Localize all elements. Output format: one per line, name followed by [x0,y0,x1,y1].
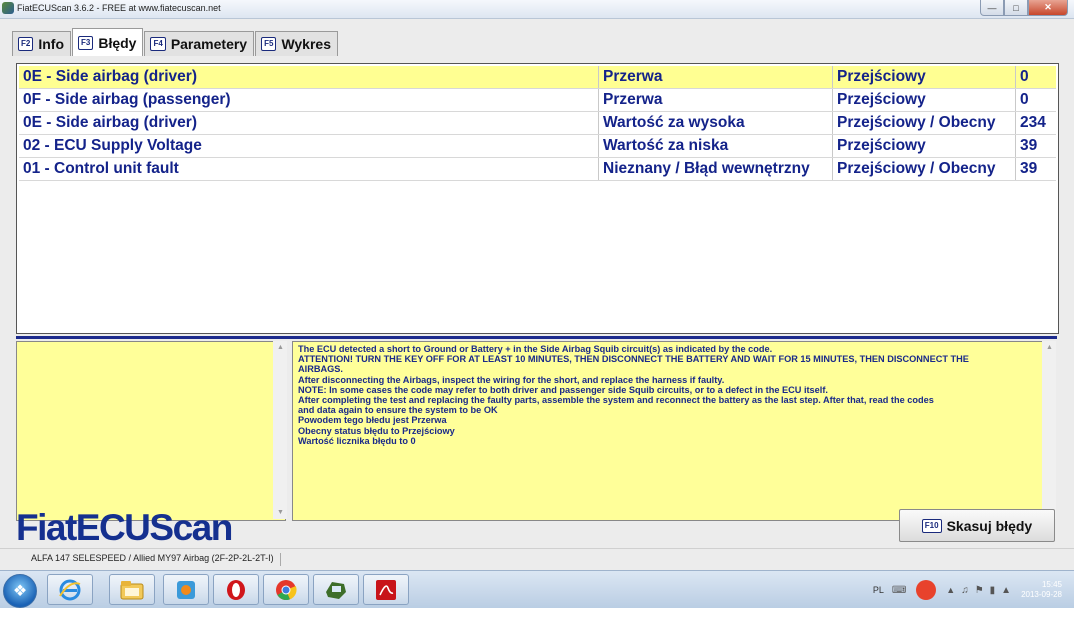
volume-icon[interactable]: ♫ [961,585,969,596]
title-bar: FiatECUScan 3.6.2 - FREE at www.fiatecus… [0,0,1074,19]
tab-info-key: F2 [18,37,34,51]
clock-time: 15:45 [1041,580,1062,589]
tab-parametery[interactable]: F4 Parametery [144,31,255,56]
minimize-button[interactable]: — [980,0,1004,16]
description-line: After completing the test and replacing … [298,395,934,406]
error-type: Wartość za niska [599,135,833,157]
clock-date: 2013-09-28 [1021,590,1062,599]
table-row[interactable]: 0E - Side airbag (driver) Wartość za wys… [19,112,1056,134]
description-line: NOTE: In some cases the code may refer t… [298,384,828,395]
description-line: The ECU detected a short to Ground or Ba… [298,344,773,354]
table-row[interactable]: 0E - Side airbag (driver) Przerwa Przejś… [19,66,1056,88]
file-explorer-icon[interactable] [109,574,155,605]
battery-icon[interactable]: ▮ [990,585,996,596]
tab-bledy[interactable]: F3 Błędy [72,28,144,56]
pdf-reader-icon[interactable] [363,574,409,605]
maximize-button[interactable]: □ [1004,0,1028,16]
error-count: 0 [1020,91,1029,108]
tab-wykres-label: Wykres [281,36,331,52]
window-title: FiatECUScan 3.6.2 - FREE at www.fiatecus… [17,3,221,13]
error-type: Wartość za wysoka [599,112,833,134]
tab-bledy-label: Błędy [98,34,137,51]
app-icon [2,2,14,14]
tab-parametery-label: Parametery [170,36,248,52]
description-line: AIRBAGS. [298,364,343,375]
description-line: Powodem tego błedu jest Przerwa [298,415,447,426]
error-code: 0F - Side airbag (passenger) [19,89,599,111]
window-controls: — □ ✕ [980,0,1068,16]
error-status: Przejściowy / Obecny [833,112,1016,134]
error-table: 0E - Side airbag (driver) Przerwa Przejś… [16,63,1059,334]
table-row[interactable]: 0F - Side airbag (passenger) Przerwa Prz… [19,89,1056,111]
error-status: Przejściowy [833,66,1016,88]
network-icon[interactable]: ▲ [1001,585,1011,596]
tab-parametery-key: F4 [150,37,166,51]
error-code: 01 - Control unit fault [19,158,599,180]
internet-explorer-icon[interactable] [47,574,93,605]
start-button[interactable]: ❖ [3,574,37,608]
scroll-up-icon[interactable]: ▲ [277,344,284,351]
flag-icon[interactable]: ⚑ [975,585,984,596]
clear-errors-key: F10 [921,518,942,533]
fiatecuscan-icon[interactable] [313,574,359,605]
description-line: After disconnecting the Airbags, inspect… [298,374,725,385]
tab-bledy-key: F3 [78,35,94,50]
notes-panel[interactable] [16,341,286,521]
media-player-icon[interactable] [163,574,209,605]
tab-info-label: Info [38,36,64,52]
status-bar: ALFA 147 SELESPEED / Allied MY97 Airbag … [0,548,1074,571]
brand-logo: FiatECUScan [16,507,233,548]
error-count: 234 [1020,114,1046,131]
table-row[interactable]: 02 - ECU Supply Voltage Wartość za niska… [19,135,1056,157]
error-count: 0 [1020,68,1029,85]
keyboard-icon[interactable]: ⌨ [892,585,906,596]
vehicle-status: ALFA 147 SELESPEED / Allied MY97 Airbag … [31,553,281,566]
show-hidden-icons-icon[interactable]: ▲ [946,585,955,595]
error-description-panel[interactable]: The ECU detected a short to Ground or Ba… [292,341,1044,521]
tab-bar: F2 Info F3 Błędy F4 Parametery F5 Wykres [12,28,339,56]
tab-wykres[interactable]: F5 Wykres [255,31,338,56]
description-line: Obecny status błędu to Przejściowy [298,425,455,436]
error-count: 39 [1020,160,1038,177]
scroll-up-icon[interactable]: ▲ [1046,344,1053,351]
error-status: Przejściowy [833,89,1016,111]
main-window: F2 Info F3 Błędy F4 Parametery F5 Wykres… [0,19,1074,548]
taskbar: ❖ PL ⌨ ▲ ♫ ⚑ ▮ ▲ 15:45 2013-09-28 [0,570,1074,609]
language-indicator[interactable]: PL [873,585,884,595]
panel-divider [16,336,1057,339]
error-type: Przerwa [599,89,833,111]
scroll-down-icon[interactable]: ▼ [277,509,284,516]
tab-wykres-key: F5 [261,37,277,51]
error-status: Przejściowy / Obecny [833,158,1016,180]
system-tray: PL ⌨ ▲ ♫ ⚑ ▮ ▲ 15:45 2013-09-28 [873,571,1074,609]
action-center-icon[interactable] [916,580,937,600]
notes-scrollbar[interactable]: ▲ ▼ [273,341,287,519]
clear-errors-button[interactable]: F10 Skasuj błędy [899,509,1055,542]
description-line: Wartość licznika błędu to 0 [298,435,416,446]
description-scrollbar[interactable]: ▲ ▼ [1042,341,1056,519]
error-code: 0E - Side airbag (driver) [19,66,599,88]
clock[interactable]: 15:45 2013-09-28 [1021,580,1062,600]
table-row[interactable]: 01 - Control unit fault Nieznany / Błąd … [19,158,1056,180]
tab-info[interactable]: F2 Info [12,31,71,56]
clear-errors-label: Skasuj błędy [946,517,1033,534]
desktop-area [0,608,1074,637]
error-type: Nieznany / Błąd wewnętrzny [599,158,833,180]
description-line: and data again to ensure the system to b… [298,405,498,416]
row-divider [19,180,1056,181]
error-code: 0E - Side airbag (driver) [19,112,599,134]
error-type: Przerwa [599,66,833,88]
error-status: Przejściowy [833,135,1016,157]
error-code: 02 - ECU Supply Voltage [19,135,599,157]
opera-icon[interactable] [213,574,259,605]
error-count: 39 [1020,137,1038,154]
chrome-icon[interactable] [263,574,309,605]
close-button[interactable]: ✕ [1028,0,1068,16]
description-line: ATTENTION! TURN THE KEY OFF FOR AT LEAST… [298,354,969,365]
